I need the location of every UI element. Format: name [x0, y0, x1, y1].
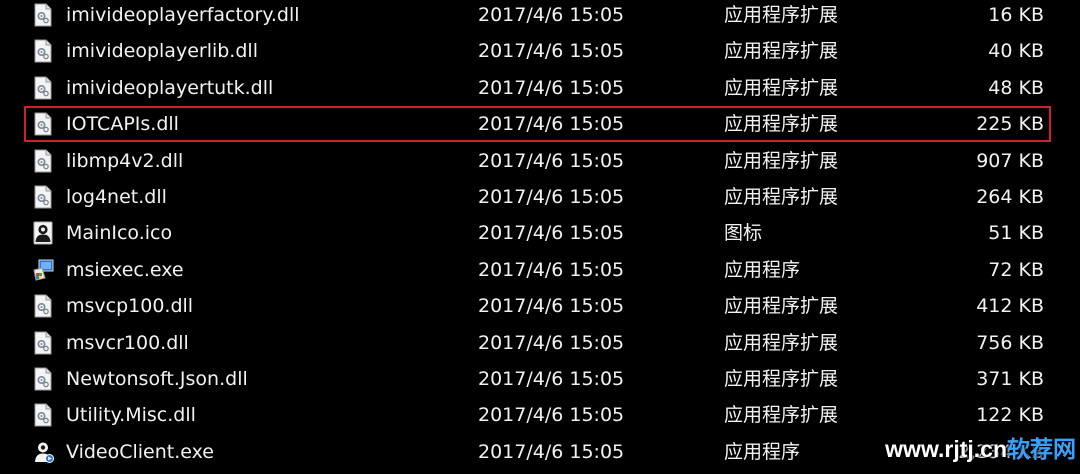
file-row-6[interactable]: MainIco.ico 2017/4/6 15:05 图标 51 KB	[0, 215, 1080, 251]
video-client-exe-icon	[35, 442, 54, 463]
file-size: 225 KB	[976, 113, 1044, 136]
file-size: 51 KB	[988, 222, 1044, 245]
file-name[interactable]: MainIco.ico	[66, 215, 172, 251]
file-date: 2017/4/6 15:05	[478, 440, 625, 463]
file-row-7[interactable]: msiexec.exe 2017/4/6 15:05 应用程序 72 KB	[0, 252, 1080, 288]
file-name[interactable]: msiexec.exe	[66, 252, 184, 288]
file-row-0[interactable]: imivideoplayerfactory.dll 2017/4/6 15:05…	[0, 0, 1080, 33]
file-name[interactable]: log4net.dll	[66, 179, 167, 215]
file-name[interactable]: imivideoplayerlib.dll	[66, 33, 258, 69]
file-size: 122 KB	[976, 404, 1044, 427]
file-name[interactable]: Utility.Misc.dll	[66, 397, 196, 433]
file-type: 应用程序扩展	[724, 149, 839, 172]
file-name[interactable]: msvcr100.dll	[66, 325, 189, 361]
dll-file-icon	[34, 39, 52, 63]
file-type: 应用程序	[724, 440, 801, 463]
file-size: 16 KB	[988, 4, 1044, 26]
dll-file-icon	[34, 149, 52, 173]
file-date: 2017/4/6 15:05	[478, 113, 625, 136]
file-row-9[interactable]: msvcr100.dll 2017/4/6 15:05 应用程序扩展 756 K…	[0, 325, 1080, 361]
file-date: 2017/4/6 15:05	[478, 222, 625, 245]
dll-file-icon	[34, 294, 52, 318]
file-name[interactable]: libmp4v2.dll	[66, 143, 183, 179]
file-row-2[interactable]: imivideoplayertutk.dll 2017/4/6 15:05 应用…	[0, 70, 1080, 106]
file-row-4[interactable]: libmp4v2.dll 2017/4/6 15:05 应用程序扩展 907 K…	[0, 143, 1080, 179]
file-type: 应用程序扩展	[724, 367, 839, 390]
file-date: 2017/4/6 15:05	[478, 404, 625, 427]
dll-file-icon	[34, 3, 52, 27]
file-date: 2017/4/6 15:05	[478, 367, 625, 390]
file-size: 264 KB	[976, 185, 1044, 208]
file-name[interactable]: Newtonsoft.Json.dll	[66, 361, 248, 397]
file-size: 48 KB	[988, 76, 1044, 99]
file-date: 2017/4/6 15:05	[478, 331, 625, 354]
file-date: 2017/4/6 15:05	[478, 185, 625, 208]
file-row-5[interactable]: log4net.dll 2017/4/6 15:05 应用程序扩展 264 KB	[0, 179, 1080, 215]
file-size: 72 KB	[988, 258, 1044, 281]
file-date: 2017/4/6 15:05	[478, 76, 625, 99]
file-type: 应用程序扩展	[724, 295, 839, 318]
dll-file-icon	[34, 112, 52, 136]
watermark-cn-text: 软荐网	[1007, 436, 1076, 462]
file-list: imivideoplayerfactory.dll 2017/4/6 15:05…	[0, 0, 1080, 470]
file-row-11[interactable]: Utility.Misc.dll 2017/4/6 15:05 应用程序扩展 1…	[0, 397, 1080, 433]
file-date: 2017/4/6 15:05	[478, 258, 625, 281]
dll-file-icon	[34, 331, 52, 355]
file-type: 应用程序扩展	[724, 404, 839, 427]
file-name[interactable]: msvcp100.dll	[66, 288, 193, 324]
file-row-10[interactable]: Newtonsoft.Json.dll 2017/4/6 15:05 应用程序扩…	[0, 361, 1080, 397]
file-size: 371 KB	[976, 367, 1044, 390]
file-name[interactable]: imivideoplayertutk.dll	[66, 70, 273, 106]
file-date: 2017/4/6 15:05	[478, 295, 625, 318]
file-type: 应用程序扩展	[724, 331, 839, 354]
dll-file-icon	[34, 185, 52, 209]
file-row-8[interactable]: msvcp100.dll 2017/4/6 15:05 应用程序扩展 412 K…	[0, 288, 1080, 324]
file-size: 40 KB	[988, 40, 1044, 63]
file-name[interactable]: IOTCAPIs.dll	[66, 106, 179, 142]
watermark-domain: www.rjtj.cn	[885, 436, 1007, 462]
dll-file-icon	[34, 367, 52, 391]
user-ico-icon	[33, 221, 53, 245]
file-row-3[interactable]: IOTCAPIs.dll 2017/4/6 15:05 应用程序扩展 225 K…	[0, 106, 1080, 142]
file-date: 2017/4/6 15:05	[478, 149, 625, 172]
file-date: 2017/4/6 15:05	[478, 40, 625, 63]
file-type: 应用程序扩展	[724, 40, 839, 63]
file-size: 412 KB	[976, 295, 1044, 318]
file-type: 应用程序	[724, 258, 801, 281]
file-row-1[interactable]: imivideoplayerlib.dll 2017/4/6 15:05 应用程…	[0, 33, 1080, 69]
file-type: 应用程序扩展	[724, 185, 839, 208]
installer-exe-icon	[33, 259, 54, 281]
file-type: 应用程序扩展	[724, 4, 839, 26]
file-size: 756 KB	[976, 331, 1044, 354]
file-name[interactable]: VideoClient.exe	[66, 434, 214, 470]
file-date: 2017/4/6 15:05	[478, 4, 625, 26]
file-type: 应用程序扩展	[724, 113, 839, 136]
file-type: 应用程序扩展	[724, 76, 839, 99]
dll-file-icon	[34, 76, 52, 100]
dll-file-icon	[34, 403, 52, 427]
file-type: 图标	[724, 222, 763, 245]
file-name[interactable]: imivideoplayerfactory.dll	[66, 0, 300, 33]
watermark: www.rjtj.cn软荐网	[885, 430, 1076, 464]
file-size: 907 KB	[976, 149, 1044, 172]
